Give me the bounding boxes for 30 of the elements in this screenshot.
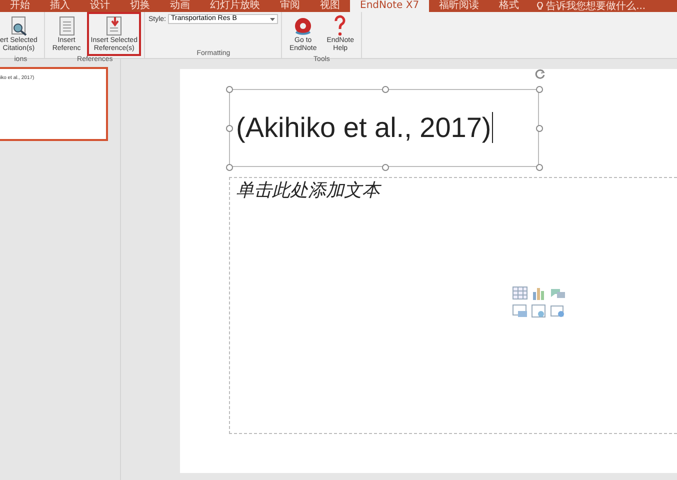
picture-icon[interactable] [512,304,528,318]
ribbon-tab[interactable]: 福昕阅读 [429,0,490,12]
lightbulb-icon [537,2,544,10]
smartart-icon[interactable] [550,286,566,300]
resize-handle[interactable] [226,164,233,171]
resize-handle[interactable] [382,86,389,93]
resize-handle[interactable] [536,164,543,171]
video-icon[interactable] [550,304,566,318]
ribbon-tab[interactable]: 视图 [310,0,350,12]
resize-handle[interactable] [226,86,233,93]
chart-icon[interactable] [531,286,547,300]
content-placeholder[interactable]: 单击此处添加文本 [229,177,677,434]
table-icon[interactable] [512,286,528,300]
resize-handle[interactable] [226,125,233,132]
question-mark-icon [333,15,348,37]
resize-handle[interactable] [382,164,389,171]
resize-handle[interactable] [536,86,543,93]
ribbon-tab[interactable]: 开始 [0,0,40,12]
dropdown-arrow-icon[interactable] [270,15,276,23]
ribbon-tab[interactable]: 幻灯片放映 [200,0,270,12]
resize-handle[interactable] [536,125,543,132]
ribbon-tab[interactable]: 插入 [40,0,80,12]
online-picture-icon[interactable] [531,304,547,318]
ribbon-tab[interactable]: 切换 [120,0,160,12]
rotate-handle-icon[interactable] [534,68,546,80]
ribbon-tab[interactable]: EndNote X7 [350,0,430,12]
ribbon-tab[interactable]: 动画 [160,0,200,12]
ribbon-tab[interactable]: 格式 [489,0,530,12]
ribbon-tab[interactable]: 设计 [80,0,120,12]
tell-me-field[interactable]: 告诉我您想要做什么... [529,0,646,12]
